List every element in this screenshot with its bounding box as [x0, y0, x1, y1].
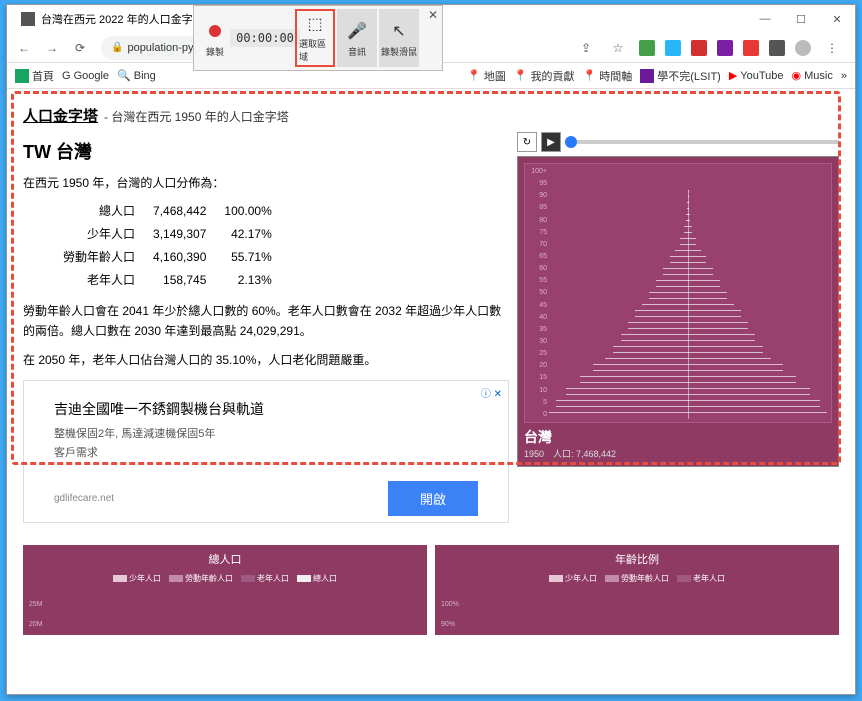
page-title[interactable]: 人口金字塔	[23, 105, 98, 126]
ext-puzzle-icon[interactable]	[769, 40, 785, 56]
ad-line-1: 整機保固2年, 馬達減速機保固5年	[54, 425, 478, 441]
ad-title[interactable]: 吉迪全國唯一不銹鋼製機台與軌道	[54, 399, 478, 419]
legend-item: 勞動年齡人口	[605, 573, 669, 584]
pyramid-play-button[interactable]: ▶	[541, 132, 561, 152]
minimize-button[interactable]: —	[747, 5, 783, 33]
cursor-icon: ↖	[387, 19, 411, 43]
url-host: population-py	[127, 42, 193, 54]
ext-icon-2[interactable]	[665, 40, 681, 56]
bookmark-contrib[interactable]: 📍我的貢獻	[514, 68, 575, 84]
region-heading: TW 台灣	[23, 138, 509, 164]
pyramid-panel: 100+959085807570656055504540353025201510…	[517, 156, 839, 467]
cursor-record-button[interactable]: ↖ 錄製滑鼠	[379, 9, 419, 67]
legend-item: 老年人口	[677, 573, 725, 584]
share-icon[interactable]: ⇪	[575, 37, 597, 59]
slider-thumb[interactable]	[565, 136, 577, 148]
pyramid-chart: 100+959085807570656055504540353025201510…	[524, 163, 832, 423]
chart2-legend: 少年人口勞動年齡人口老年人口	[445, 573, 829, 584]
screen-recorder-toolbar: 錄製 00:00:00 ⬚ 選取區域 🎤 音訊 ↖ 錄製滑鼠 ✕	[193, 5, 443, 71]
table-row: 勞動年齡人口4,160,39055.71%	[63, 245, 290, 268]
bookmark-google[interactable]: GGoogle	[62, 70, 109, 82]
bookmark-timeline[interactable]: 📍時間軸	[583, 68, 633, 84]
table-row: 少年人口3,149,30742.17%	[63, 222, 290, 245]
ad-open-button[interactable]: 開啟	[388, 481, 478, 516]
profile-avatar[interactable]	[795, 40, 811, 56]
population-table: 總人口7,468,442100.00%少年人口3,149,30742.17%勞動…	[63, 199, 290, 291]
back-button[interactable]: ←	[13, 37, 35, 59]
bookmark-bing[interactable]: 🔍Bing	[117, 69, 156, 82]
legend-item: 總人口	[297, 573, 337, 584]
menu-icon[interactable]: ⋮	[821, 37, 843, 59]
year-slider[interactable]	[565, 140, 839, 144]
pyramid-stat-label: 1950 人口: 7,468,442	[524, 447, 832, 460]
microphone-icon: 🎤	[345, 19, 369, 43]
total-population-chart: 總人口 少年人口勞動年齡人口老年人口總人口 25M 20M	[23, 545, 427, 635]
pyramid-y-axis: 100+959085807570656055504540353025201510…	[525, 164, 547, 422]
table-row: 總人口7,468,442100.00%	[63, 199, 290, 222]
record-timer: 00:00:00	[237, 9, 293, 67]
ad-container: ⓘ ✕ 吉迪全國唯一不銹鋼製機台與軌道 整機保固2年, 馬達減速機保固5年 客戶…	[23, 380, 509, 523]
page-content: 人口金字塔 - 台灣在西元 1950 年的人口金字塔 TW 台灣 在西元 195…	[7, 91, 855, 694]
page-subtitle: - 台灣在西元 1950 年的人口金字塔	[104, 108, 289, 125]
bookmark-overflow[interactable]: »	[841, 70, 847, 82]
browser-window: 台灣在西元 2022 年的人口金字… ✕ — ☐ ✕ ← → ⟳ 🔒 popul…	[6, 4, 856, 695]
paragraph-1: 勞動年齡人口會在 2041 年少於總人口數的 60%。老年人口數會在 2032 …	[23, 301, 509, 342]
bookmark-music[interactable]: ◉Music	[792, 69, 833, 82]
legend-item: 少年人口	[549, 573, 597, 584]
audio-button[interactable]: 🎤 音訊	[337, 9, 377, 67]
age-ratio-chart: 年齡比例 少年人口勞動年齡人口老年人口 100% 90%	[435, 545, 839, 635]
window-close-button[interactable]: ✕	[819, 5, 855, 33]
ext-icon-3[interactable]	[691, 40, 707, 56]
chart2-title: 年齡比例	[445, 551, 829, 567]
ext-icon-1[interactable]	[639, 40, 655, 56]
reload-button[interactable]: ⟳	[69, 37, 91, 59]
tab-favicon	[21, 12, 35, 26]
pyramid-region-label: 台灣	[524, 427, 832, 447]
chart1-legend: 少年人口勞動年齡人口老年人口總人口	[33, 573, 417, 584]
recorder-close-button[interactable]: ✕	[428, 8, 438, 22]
intro-text: 在西元 1950 年，台灣的人口分佈為：	[23, 174, 509, 191]
select-region-button[interactable]: ⬚ 選取區域	[295, 9, 335, 67]
maximize-button[interactable]: ☐	[783, 5, 819, 33]
ext-icon-5[interactable]	[743, 40, 759, 56]
bookmark-learn[interactable]: 學不完(LSIT)	[640, 68, 721, 84]
ext-icon-4[interactable]	[717, 40, 733, 56]
table-row: 老年人口158,7452.13%	[63, 268, 290, 291]
pyramid-bar	[549, 412, 827, 418]
ad-line-2: 客戶需求	[54, 444, 478, 460]
record-button[interactable]: 錄製	[195, 9, 235, 67]
chart1-title: 總人口	[33, 551, 417, 567]
pyramid-reload-button[interactable]: ↻	[517, 132, 537, 152]
legend-item: 老年人口	[241, 573, 289, 584]
ad-url[interactable]: gdlifecare.net	[54, 493, 114, 504]
bookmark-youtube[interactable]: ▶YouTube	[729, 69, 784, 82]
record-icon	[209, 25, 221, 37]
bookmark-map[interactable]: 📍地圖	[467, 68, 506, 84]
legend-item: 少年人口	[113, 573, 161, 584]
bookmark-home[interactable]: 首頁	[15, 68, 54, 84]
ad-close-button[interactable]: ⓘ ✕	[481, 385, 502, 400]
tab-title: 台灣在西元 2022 年的人口金字…	[41, 11, 204, 27]
paragraph-2: 在 2050 年，老年人口佔台灣人口的 35.10%，人口老化問題嚴重。	[23, 350, 509, 370]
star-icon[interactable]: ☆	[607, 37, 629, 59]
legend-item: 勞動年齡人口	[169, 573, 233, 584]
lock-icon: 🔒	[111, 42, 123, 53]
forward-button[interactable]: →	[41, 37, 63, 59]
select-region-icon: ⬚	[303, 13, 327, 35]
